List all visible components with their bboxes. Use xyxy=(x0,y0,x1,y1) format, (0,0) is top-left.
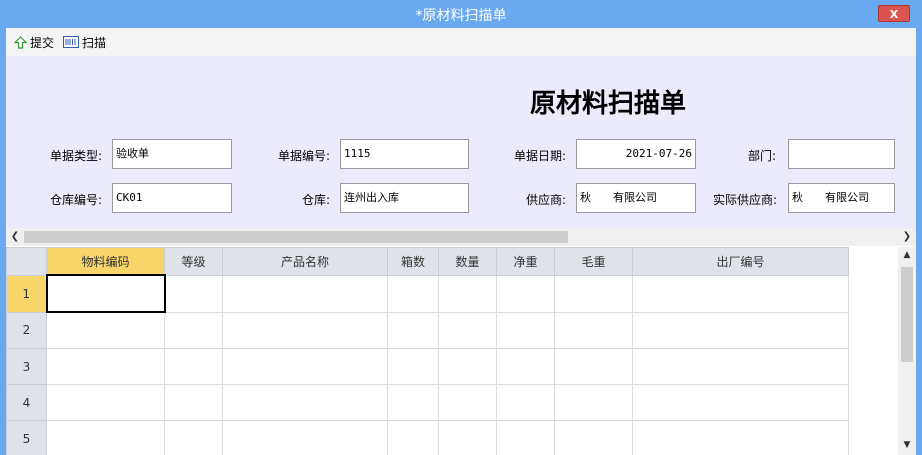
grid-cell[interactable] xyxy=(46,384,165,421)
grid-cell[interactable] xyxy=(496,348,555,385)
grid-cell[interactable] xyxy=(222,420,388,455)
window-frame-right xyxy=(916,28,922,455)
doc-type-label: 单据类型: xyxy=(50,149,103,163)
dept-field[interactable] xyxy=(788,139,895,169)
grid-cell[interactable] xyxy=(632,384,849,421)
grid-cell[interactable] xyxy=(164,384,223,421)
doc-no-field[interactable]: 1115 xyxy=(340,139,469,169)
grid-cell[interactable] xyxy=(632,274,849,313)
grid-cell[interactable] xyxy=(222,384,388,421)
grid-cell[interactable] xyxy=(387,420,439,455)
submit-button[interactable]: 提交 xyxy=(14,34,54,50)
supplier-field[interactable]: 秋 有限公司 xyxy=(576,183,696,213)
grid-cell[interactable] xyxy=(554,384,633,421)
close-button[interactable]: X xyxy=(878,5,910,22)
grid-cell[interactable] xyxy=(438,348,497,385)
row-header[interactable]: 1 xyxy=(6,274,47,313)
scan-icon xyxy=(63,36,79,48)
grid-cell[interactable] xyxy=(387,348,439,385)
toolbar: 提交 扫描 xyxy=(0,28,922,56)
grid-cell[interactable] xyxy=(496,274,555,313)
table-row: 2 xyxy=(6,311,849,349)
doc-date-label: 单据日期: xyxy=(514,149,567,163)
grid-cell[interactable] xyxy=(164,348,223,385)
grid-cell[interactable] xyxy=(387,311,439,349)
form-panel: 原材料扫描单 单据类型: 验收单 单据编号: 1115 单据日期: 2021-0… xyxy=(6,56,916,228)
wh-field[interactable]: 连州出入库 xyxy=(340,183,469,213)
grid-cell[interactable] xyxy=(554,420,633,455)
table-row: 4 xyxy=(6,384,849,421)
horizontal-scroll-thumb[interactable] xyxy=(24,231,568,243)
grid-cell[interactable] xyxy=(438,420,497,455)
grid-cell-selected[interactable] xyxy=(45,274,166,313)
actual-supplier-field[interactable]: 秋 有限公司 xyxy=(788,183,895,213)
grid-cell[interactable] xyxy=(46,311,165,349)
dept-label: 部门: xyxy=(748,149,777,163)
col-header-product-name[interactable]: 产品名称 xyxy=(222,247,388,276)
wh-code-label: 仓库编号: xyxy=(50,193,103,207)
scroll-left-icon[interactable]: ❮ xyxy=(8,230,22,244)
col-header-gross-weight[interactable]: 毛重 xyxy=(554,247,633,276)
actual-supplier-label: 实际供应商: xyxy=(713,193,778,207)
scroll-right-icon[interactable]: ❯ xyxy=(900,230,914,244)
form-heading: 原材料扫描单 xyxy=(530,89,687,119)
grid-cell[interactable] xyxy=(164,274,223,313)
wh-code-field[interactable]: CK01 xyxy=(112,183,232,213)
scan-button[interactable]: 扫描 xyxy=(63,34,106,50)
grid-cell[interactable] xyxy=(387,274,439,313)
title-bar: *原材料扫描单 X xyxy=(0,0,922,28)
row-header[interactable]: 5 xyxy=(6,420,47,455)
vertical-scroll-thumb[interactable] xyxy=(901,267,913,362)
grid-header-row: 物料编码 等级 产品名称 箱数 数量 净重 毛重 出厂编号 xyxy=(6,247,849,276)
doc-type-field[interactable]: 验收单 xyxy=(112,139,232,169)
vertical-scrollbar[interactable]: ▲ ▼ xyxy=(898,247,916,455)
grid-cell[interactable] xyxy=(387,384,439,421)
grid-cell[interactable] xyxy=(222,348,388,385)
grid-cell[interactable] xyxy=(496,420,555,455)
grid-cell[interactable] xyxy=(554,348,633,385)
doc-date-field[interactable]: 2021-07-26 xyxy=(576,139,696,169)
upload-arrow-icon xyxy=(14,35,27,49)
col-header-box-count[interactable]: 箱数 xyxy=(387,247,439,276)
row-header[interactable]: 2 xyxy=(6,311,47,349)
grid-cell[interactable] xyxy=(438,311,497,349)
grid-cell[interactable] xyxy=(438,274,497,313)
grid-cell[interactable] xyxy=(438,384,497,421)
row-header[interactable]: 4 xyxy=(6,384,47,421)
grid-cell[interactable] xyxy=(496,384,555,421)
scroll-down-icon[interactable]: ▼ xyxy=(901,440,913,452)
grid-cell[interactable] xyxy=(222,274,388,313)
wh-label: 仓库: xyxy=(302,193,331,207)
grid-cell[interactable] xyxy=(46,420,165,455)
col-header-material-code[interactable]: 物料编码 xyxy=(46,247,165,276)
col-header-quantity[interactable]: 数量 xyxy=(438,247,497,276)
grid-cell[interactable] xyxy=(554,274,633,313)
supplier-label: 供应商: xyxy=(526,193,567,207)
table-row: 5 xyxy=(6,420,849,455)
grid-cell[interactable] xyxy=(46,348,165,385)
col-header-grade[interactable]: 等级 xyxy=(164,247,223,276)
scroll-up-icon[interactable]: ▲ xyxy=(901,250,913,262)
grid-cell[interactable] xyxy=(164,311,223,349)
window-title: *原材料扫描单 xyxy=(415,8,507,24)
submit-label: 提交 xyxy=(30,35,55,50)
grid-cell[interactable] xyxy=(632,311,849,349)
row-header[interactable]: 3 xyxy=(6,348,47,385)
table-row: 3 xyxy=(6,348,849,385)
col-header-factory-no[interactable]: 出厂编号 xyxy=(632,247,849,276)
col-header-net-weight[interactable]: 净重 xyxy=(496,247,555,276)
grid-corner-cell xyxy=(6,247,47,276)
data-grid: 物料编码 等级 产品名称 箱数 数量 净重 毛重 出厂编号 1 2 3 4 5 xyxy=(6,247,878,455)
grid-cell[interactable] xyxy=(632,348,849,385)
grid-cell[interactable] xyxy=(554,311,633,349)
grid-cell[interactable] xyxy=(496,311,555,349)
grid-cell[interactable] xyxy=(632,420,849,455)
grid-cell[interactable] xyxy=(164,420,223,455)
grid-cell[interactable] xyxy=(222,311,388,349)
doc-no-label: 单据编号: xyxy=(278,149,331,163)
scan-label: 扫描 xyxy=(82,35,107,50)
horizontal-scrollbar[interactable]: ❮ ❯ xyxy=(6,228,916,246)
table-row: 1 xyxy=(6,274,849,313)
